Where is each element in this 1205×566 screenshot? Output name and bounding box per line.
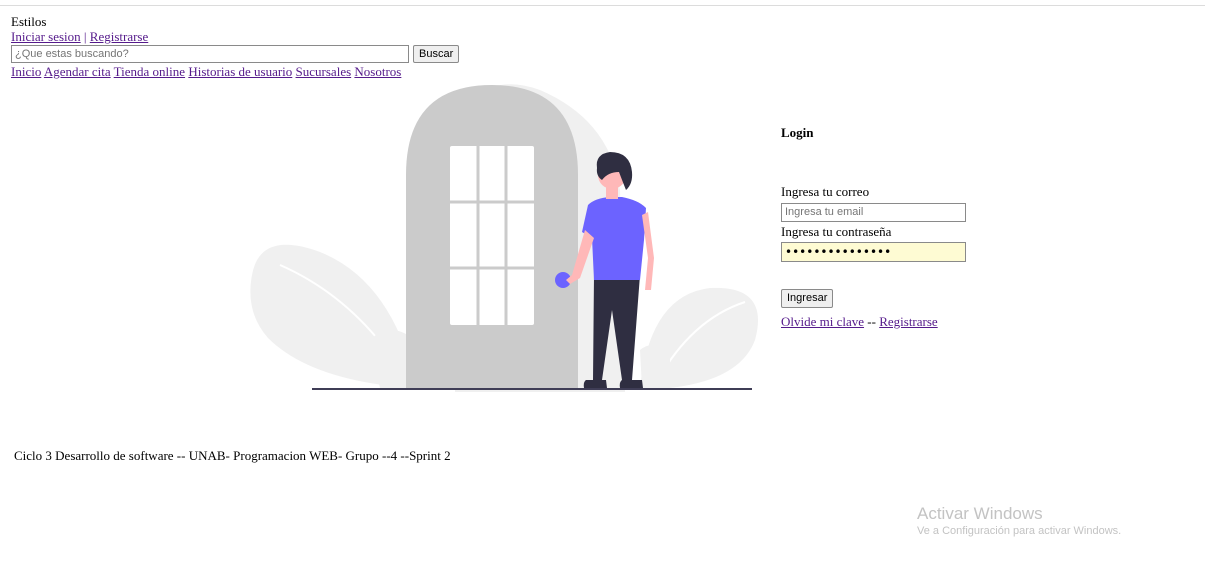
watermark-subtitle: Ve a Configuración para activar Windows.	[917, 525, 1122, 537]
email-field[interactable]	[781, 203, 966, 222]
login-links: Olvide mi clave -- Registrarse	[781, 314, 1001, 329]
register-link[interactable]: Registrarse	[90, 29, 148, 44]
nav-item-sucursales[interactable]: Sucursales	[296, 64, 352, 79]
nav-item-inicio[interactable]: Inicio	[11, 64, 41, 79]
nav-item-tienda-online[interactable]: Tienda online	[114, 64, 185, 79]
top-divider	[0, 5, 1205, 6]
site-brand: Estilos	[11, 14, 47, 29]
site-header: Estilos Iniciar sesion | Registrarse Bus…	[11, 14, 611, 79]
password-field[interactable]: •••••••••••••••	[781, 242, 966, 262]
watermark-title: Activar Windows	[917, 504, 1043, 523]
door-icon	[406, 85, 578, 388]
left-leaf-icon	[250, 244, 420, 388]
windows-activation-watermark: Activar Windows Ve a Configuración para …	[917, 503, 1121, 539]
right-leaf-icon	[640, 287, 758, 388]
auth-links: Iniciar sesion | Registrarse	[11, 29, 611, 44]
nav-item-agendar-cita[interactable]: Agendar cita	[44, 64, 111, 79]
login-link[interactable]: Iniciar sesion	[11, 29, 81, 44]
nav-item-nosotros[interactable]: Nosotros	[354, 64, 401, 79]
submit-login-button[interactable]: Ingresar	[781, 289, 834, 308]
login-title: Login	[781, 125, 814, 140]
search-input[interactable]	[11, 45, 409, 63]
email-label: Ingresa tu correo	[781, 184, 870, 199]
password-label: Ingresa tu contraseña	[781, 224, 892, 239]
login-form: Login Ingresa tu correo Ingresa tu contr…	[781, 125, 1001, 329]
links-separator: --	[867, 314, 876, 329]
main-nav: Inicio Agendar cita Tienda online Histor…	[11, 64, 611, 79]
login-register-link[interactable]: Registrarse	[879, 314, 937, 329]
forgot-password-link[interactable]: Olvide mi clave	[781, 314, 864, 329]
search-button[interactable]: Buscar	[413, 45, 460, 63]
auth-separator: |	[83, 29, 87, 44]
search-bar: Buscar	[11, 44, 611, 64]
footer-text: Ciclo 3 Desarrollo de software -- UNAB- …	[14, 448, 451, 463]
nav-item-historias-de-usuario[interactable]: Historias de usuario	[188, 64, 292, 79]
login-illustration	[250, 84, 758, 392]
